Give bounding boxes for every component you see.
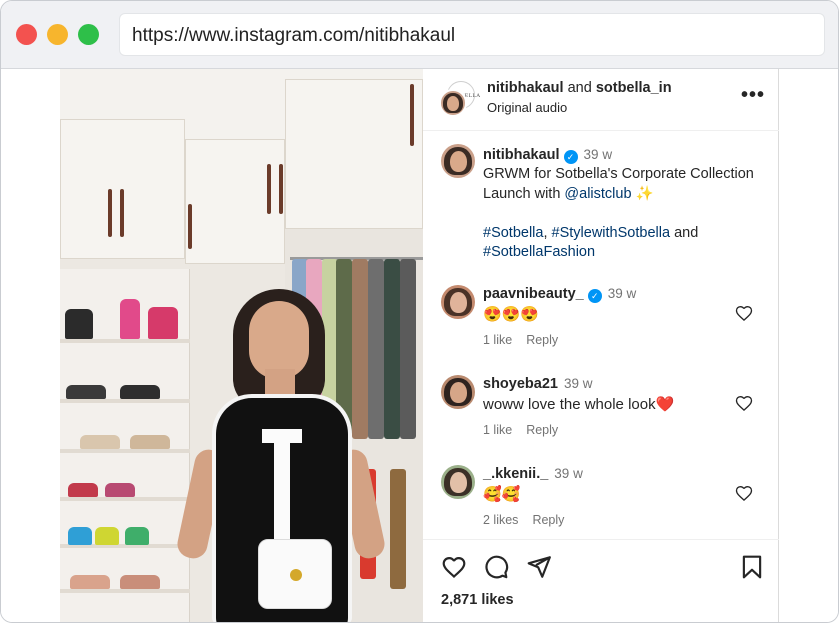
sparkle-emoji: ✨: [635, 185, 654, 202]
caption-avatar[interactable]: [441, 144, 475, 178]
comment-text: 😍😍😍: [483, 306, 540, 323]
reply-button[interactable]: Reply: [526, 333, 558, 347]
post-details-panel: SOTBELLA nitibhakaul and sotbella_in Ori…: [423, 69, 779, 622]
comment-time: 39 w: [563, 376, 593, 391]
post-video[interactable]: [60, 69, 423, 622]
likes-count[interactable]: 2,871 likes: [441, 592, 514, 608]
comment-avatar[interactable]: [441, 375, 475, 409]
mention-link[interactable]: @alistclub: [564, 186, 631, 202]
address-bar[interactable]: https://www.instagram.com/nitibhakaul: [119, 13, 825, 56]
caption-header: nitibhakaul ✓ 39 w: [483, 146, 612, 164]
post-actions: 2,871 likes: [423, 539, 779, 622]
maximize-window-button[interactable]: [78, 24, 99, 45]
close-window-button[interactable]: [16, 24, 37, 45]
heart-icon[interactable]: [441, 554, 467, 580]
comment-heart-icon[interactable]: [734, 393, 754, 413]
comment-heart-icon[interactable]: [734, 303, 754, 323]
comment-like-count[interactable]: 1 like: [483, 333, 512, 347]
verified-badge-icon: ✓: [587, 289, 602, 303]
comment-item: shoyeba21 39 w woww love the whole look❤️…: [441, 375, 771, 455]
comment-avatar[interactable]: [441, 465, 475, 499]
author-username[interactable]: nitibhakaul: [487, 80, 564, 96]
hashtag-link[interactable]: #StylewithSotbella: [552, 225, 671, 241]
comment-item: _.kkenii._ 39 w 🥰🥰 2 likes Reply: [441, 465, 771, 545]
comment-icon[interactable]: [483, 554, 509, 580]
page-viewport: SOTBELLA nitibhakaul and sotbella_in Ori…: [1, 69, 838, 622]
comment-time: 39 w: [554, 466, 583, 481]
comment-time: 39 w: [607, 286, 637, 301]
post-header: SOTBELLA nitibhakaul and sotbella_in Ori…: [423, 69, 779, 131]
comment-like-count[interactable]: 1 like: [483, 423, 512, 437]
comment-username[interactable]: paavnibeauty_: [483, 286, 584, 302]
author-avatar[interactable]: [439, 89, 467, 117]
comment-text: woww love the whole look❤️: [483, 396, 675, 413]
hashtag-link[interactable]: #Sotbella: [483, 225, 543, 241]
more-options-icon[interactable]: •••: [741, 84, 765, 107]
caption-time: 39 w: [583, 147, 613, 162]
minimize-window-button[interactable]: [47, 24, 68, 45]
browser-toolbar: https://www.instagram.com/nitibhakaul: [1, 1, 838, 69]
comment-username[interactable]: _.kkenii._: [483, 466, 548, 482]
send-icon[interactable]: [526, 554, 552, 580]
reply-button[interactable]: Reply: [532, 513, 564, 527]
caption-username[interactable]: nitibhakaul: [483, 147, 560, 163]
comment-username[interactable]: shoyeba21: [483, 376, 558, 392]
verified-badge-icon: ✓: [563, 150, 578, 164]
comment-heart-icon[interactable]: [734, 483, 754, 503]
comment-item: paavnibeauty_ ✓ 39 w 😍😍😍 1 like Reply: [441, 285, 771, 365]
bookmark-icon[interactable]: [739, 554, 765, 580]
comment-avatar[interactable]: [441, 285, 475, 319]
audio-label[interactable]: Original audio: [487, 100, 567, 115]
caption-text: GRWM for Sotbella's Corporate Collection…: [483, 166, 754, 260]
reply-button[interactable]: Reply: [526, 423, 558, 437]
browser-window: https://www.instagram.com/nitibhakaul ni…: [0, 0, 839, 623]
post-authors: nitibhakaul and sotbella_in: [487, 80, 672, 96]
comment-text: 🥰🥰: [483, 486, 521, 503]
comment-like-count[interactable]: 2 likes: [483, 513, 518, 527]
collaborator-username[interactable]: sotbella_in: [596, 80, 672, 96]
hashtag-link[interactable]: #SotbellaFashion: [483, 244, 595, 260]
